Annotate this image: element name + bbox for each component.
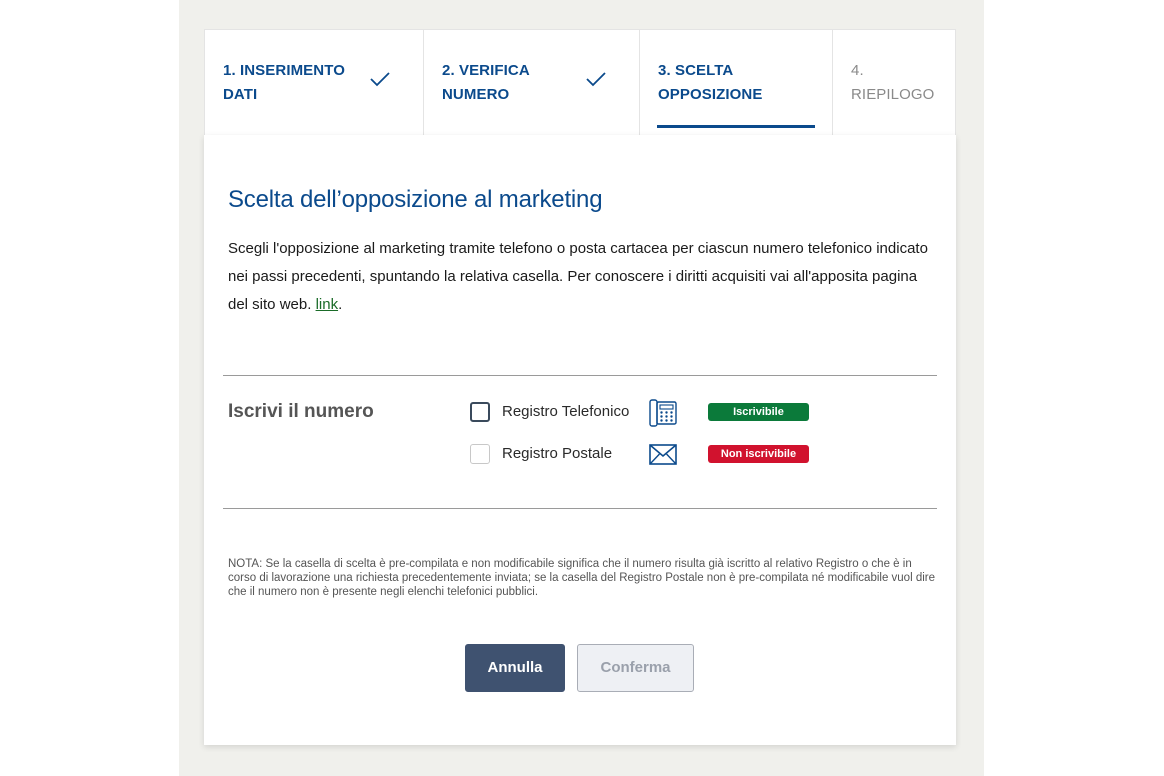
active-step-indicator	[657, 125, 815, 128]
opposition-card: Scelta dell’opposizione al marketing Sce…	[204, 135, 956, 745]
description-suffix: .	[338, 296, 343, 313]
step-label-line: DATI	[223, 86, 258, 103]
step-label-line: RIEPILOGO	[851, 86, 935, 103]
step-label-line: 2. VERIFICA	[442, 62, 530, 79]
step-verifica-numero[interactable]: 2. VERIFICA NUMERO	[424, 30, 640, 136]
status-badge-non-iscrivibile: Non iscrivibile	[708, 445, 809, 463]
step-label: 2. VERIFICA NUMERO	[442, 59, 530, 107]
step-scelta-opposizione[interactable]: 3. SCELTA OPPOSIZIONE	[640, 30, 833, 136]
step-label-line: OPPOSIZIONE	[658, 86, 763, 103]
registro-telefonico-checkbox[interactable]	[470, 402, 490, 422]
registro-postale-label[interactable]: Registro Postale	[502, 445, 612, 462]
step-label: 4. RIEPILOGO	[851, 59, 934, 107]
step-label-line: NUMERO	[442, 86, 510, 103]
register-heading: Iscrivi il numero	[228, 401, 374, 422]
section-divider	[223, 508, 937, 509]
section-divider	[223, 375, 937, 376]
registro-telefonico-label[interactable]: Registro Telefonico	[502, 403, 629, 420]
envelope-icon	[649, 444, 677, 465]
check-icon	[586, 72, 606, 87]
step-label-line: 3. SCELTA	[658, 62, 734, 79]
info-link[interactable]: link	[316, 296, 339, 313]
step-label-line: 1. INSERIMENTO	[223, 62, 345, 79]
telephone-icon	[649, 399, 677, 427]
check-icon	[370, 72, 390, 87]
confirm-button[interactable]: Conferma	[577, 644, 694, 692]
description: Scegli l'opposizione al marketing tramit…	[228, 235, 938, 319]
cancel-button[interactable]: Annulla	[465, 644, 565, 692]
registro-postale-checkbox[interactable]	[470, 444, 490, 464]
page-title: Scelta dell’opposizione al marketing	[228, 186, 603, 213]
step-label: 1. INSERIMENTO DATI	[223, 59, 345, 107]
progress-stepper: 1. INSERIMENTO DATI 2. VERIFICA NUMERO 3…	[204, 29, 956, 136]
note-text: NOTA: Se la casella di scelta è pre-comp…	[228, 558, 936, 598]
step-label-line: 4.	[851, 62, 864, 79]
status-badge-iscrivibile: Iscrivibile	[708, 403, 809, 421]
step-riepilogo[interactable]: 4. RIEPILOGO	[833, 30, 955, 136]
step-inserimento-dati[interactable]: 1. INSERIMENTO DATI	[205, 30, 424, 136]
step-label: 3. SCELTA OPPOSIZIONE	[658, 59, 762, 107]
